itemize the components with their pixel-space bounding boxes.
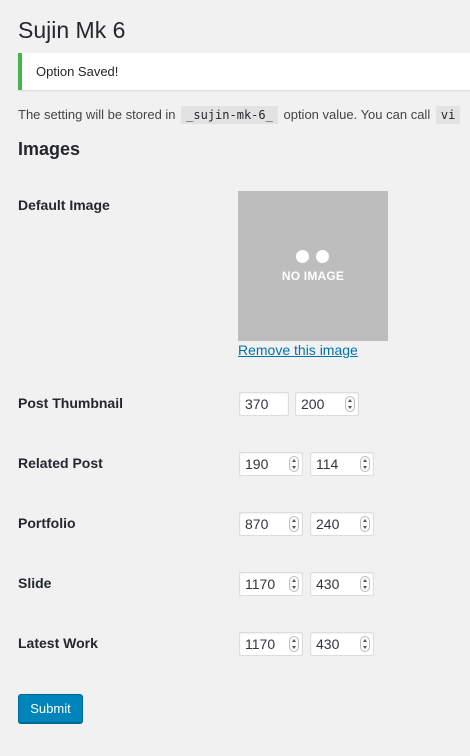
portfolio-label: Portfolio (18, 515, 76, 531)
call-code: vi (435, 106, 461, 124)
related-post-width-input[interactable]: 190 (239, 452, 303, 476)
slide-height-input[interactable]: 430 (310, 572, 374, 596)
slide-label: Slide (18, 575, 52, 591)
description-text-after: option value. You can call (283, 107, 431, 122)
stepper-icon[interactable] (289, 456, 299, 472)
no-image-text: NO IMAGE (281, 269, 345, 283)
no-image-icon (294, 250, 334, 264)
stepper-icon[interactable] (345, 396, 355, 412)
notice-message: Option Saved! (36, 64, 119, 79)
slide-width-input[interactable]: 1170 (239, 572, 303, 596)
page-title: Sujin Mk 6 (18, 17, 126, 43)
related-post-height-input[interactable]: 114 (310, 452, 374, 476)
submit-button[interactable]: Submit (18, 694, 83, 723)
stepper-icon[interactable] (360, 516, 370, 532)
post-thumbnail-label: Post Thumbnail (18, 395, 123, 411)
settings-description: The setting will be stored in _sujin-mk-… (18, 105, 462, 125)
stepper-icon[interactable] (289, 636, 299, 652)
stepper-icon[interactable] (360, 456, 370, 472)
stepper-icon[interactable] (360, 576, 370, 592)
stepper-icon[interactable] (360, 636, 370, 652)
stepper-icon[interactable] (289, 576, 299, 592)
latest-work-label: Latest Work (18, 635, 98, 651)
description-text-before: The setting will be stored in (18, 107, 176, 122)
option-name-code: _sujin-mk-6_ (181, 106, 278, 124)
latest-work-width-input[interactable]: 1170 (239, 632, 303, 656)
portfolio-width-input[interactable]: 870 (239, 512, 303, 536)
default-image-preview[interactable]: NO IMAGE (238, 191, 388, 341)
stepper-icon[interactable] (289, 516, 299, 532)
section-title-images: Images (18, 139, 81, 159)
post-thumbnail-width-input[interactable]: 370 (239, 392, 289, 416)
latest-work-height-input[interactable]: 430 (310, 632, 374, 656)
portfolio-height-input[interactable]: 240 (310, 512, 374, 536)
default-image-label: Default Image (18, 197, 110, 213)
post-thumbnail-height-input[interactable]: 200 (295, 392, 359, 416)
remove-image-link[interactable]: Remove this image (238, 342, 358, 358)
success-notice: Option Saved! (18, 53, 470, 90)
related-post-label: Related Post (18, 455, 103, 471)
